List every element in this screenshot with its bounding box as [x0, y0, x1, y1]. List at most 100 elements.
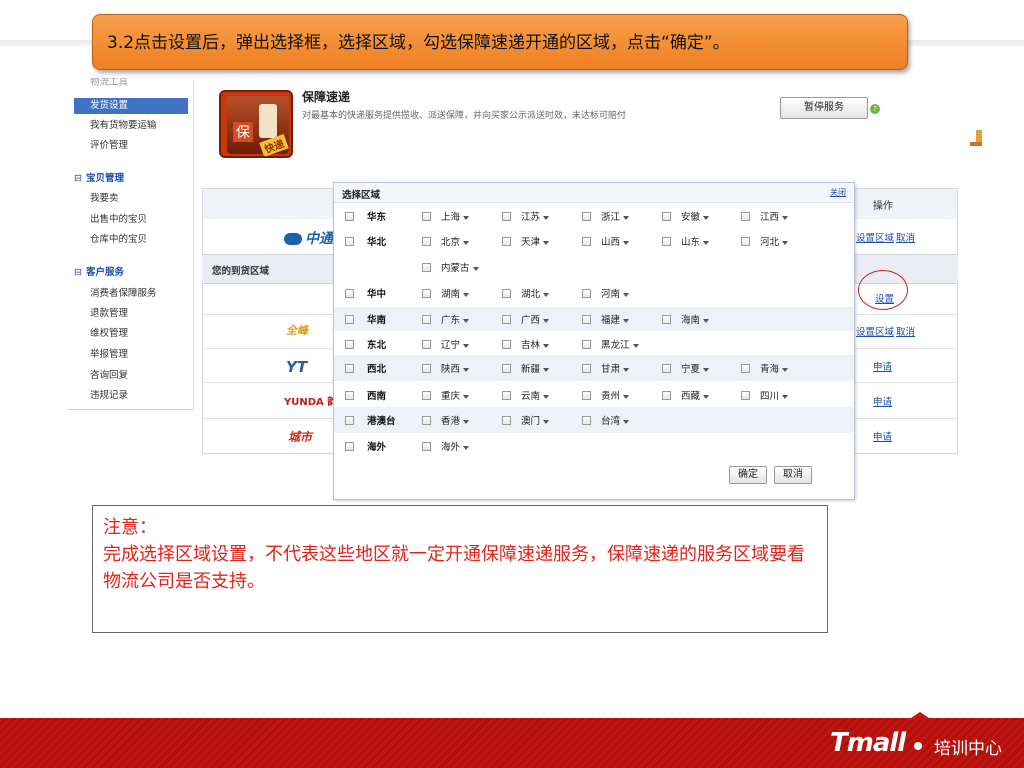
province-label[interactable]: 内蒙古 [441, 260, 479, 274]
province-label[interactable]: 重庆 [441, 388, 470, 402]
province-checkbox[interactable] [422, 416, 431, 425]
province-checkbox[interactable] [582, 364, 591, 373]
province-label[interactable]: 西藏 [681, 388, 710, 402]
province-checkbox[interactable] [662, 237, 671, 246]
province-label[interactable]: 安徽 [681, 209, 710, 223]
province-label[interactable]: 江苏 [521, 209, 550, 223]
province-checkbox[interactable] [422, 391, 431, 400]
cancel-link[interactable]: 取消 [896, 230, 915, 244]
region-checkbox-huabei[interactable] [345, 237, 354, 246]
region-checkbox-gangaotai[interactable] [345, 416, 354, 425]
province-checkbox[interactable] [422, 212, 431, 221]
province-checkbox[interactable] [582, 315, 591, 324]
province-checkbox[interactable] [582, 340, 591, 349]
menu-item-violations[interactable]: 违规记录 [74, 388, 188, 404]
province-checkbox[interactable] [502, 315, 511, 324]
region-checkbox-xinan[interactable] [345, 391, 354, 400]
province-checkbox[interactable] [582, 391, 591, 400]
confirm-button[interactable]: 确定 [729, 466, 767, 484]
province-checkbox[interactable] [741, 391, 750, 400]
province-checkbox[interactable] [662, 364, 671, 373]
province-label[interactable]: 江西 [760, 209, 789, 223]
province-label[interactable]: 四川 [760, 388, 789, 402]
province-label[interactable]: 河南 [601, 286, 630, 300]
dialog-close-link[interactable]: 关闭 [830, 187, 846, 198]
province-label[interactable]: 山西 [601, 234, 630, 248]
province-checkbox[interactable] [502, 391, 511, 400]
help-icon[interactable]: ? [870, 104, 880, 114]
province-checkbox[interactable] [741, 364, 750, 373]
province-label[interactable]: 北京 [441, 234, 470, 248]
province-checkbox[interactable] [502, 212, 511, 221]
province-label[interactable]: 湖北 [521, 286, 550, 300]
menu-item-sell[interactable]: 我要卖 [74, 191, 188, 207]
province-label[interactable]: 青海 [760, 361, 789, 375]
province-label[interactable]: 澳门 [521, 413, 550, 427]
province-checkbox[interactable] [582, 289, 591, 298]
menu-item-reports[interactable]: 举报管理 [74, 347, 188, 363]
province-checkbox[interactable] [422, 442, 431, 451]
province-checkbox[interactable] [662, 315, 671, 324]
menu-group-baobei[interactable]: ⊟ 宝贝管理 [74, 170, 124, 184]
province-checkbox[interactable] [422, 289, 431, 298]
province-label[interactable]: 广东 [441, 312, 470, 326]
menu-item-consult-reply[interactable]: 咨询回复 [74, 368, 188, 384]
province-checkbox[interactable] [662, 212, 671, 221]
province-checkbox[interactable] [662, 391, 671, 400]
menu-item-on-sale[interactable]: 出售中的宝贝 [74, 212, 188, 228]
set-region-link[interactable]: 设置区域 [856, 324, 894, 338]
province-checkbox[interactable] [582, 237, 591, 246]
province-label[interactable]: 湖南 [441, 286, 470, 300]
province-label[interactable]: 福建 [601, 312, 630, 326]
province-checkbox[interactable] [741, 212, 750, 221]
province-label[interactable]: 云南 [521, 388, 550, 402]
province-label[interactable]: 新疆 [521, 361, 550, 375]
province-checkbox[interactable] [502, 237, 511, 246]
province-checkbox[interactable] [422, 364, 431, 373]
province-label[interactable]: 台湾 [601, 413, 630, 427]
province-label[interactable]: 海南 [681, 312, 710, 326]
province-checkbox[interactable] [741, 237, 750, 246]
province-label[interactable]: 河北 [760, 234, 789, 248]
menu-item-warehouse[interactable]: 仓库中的宝贝 [74, 232, 188, 248]
menu-item-delivery-settings[interactable]: 发货设置 [74, 98, 188, 114]
province-label[interactable]: 山东 [681, 234, 710, 248]
cancel-button[interactable]: 取消 [774, 466, 812, 484]
province-label[interactable]: 贵州 [601, 388, 630, 402]
apply-link[interactable]: 申请 [873, 359, 892, 373]
region-checkbox-xibei[interactable] [345, 364, 354, 373]
province-label[interactable]: 辽宁 [441, 337, 470, 351]
province-label[interactable]: 香港 [441, 413, 470, 427]
menu-item-rights[interactable]: 维权管理 [74, 326, 188, 342]
province-label[interactable]: 天津 [521, 234, 550, 248]
menu-item-refunds[interactable]: 退款管理 [74, 306, 188, 322]
province-label[interactable]: 黑龙江 [601, 337, 639, 351]
province-label[interactable]: 甘肃 [601, 361, 630, 375]
region-checkbox-huanan[interactable] [345, 315, 354, 324]
province-checkbox[interactable] [422, 315, 431, 324]
province-label[interactable]: 吉林 [521, 337, 550, 351]
province-checkbox[interactable] [502, 289, 511, 298]
province-label[interactable]: 广西 [521, 312, 550, 326]
apply-link[interactable]: 申请 [873, 429, 892, 443]
region-checkbox-dongbei[interactable] [345, 340, 354, 349]
region-checkbox-huazhong[interactable] [345, 289, 354, 298]
menu-item-logistics-tools[interactable]: 物流工具 [74, 78, 188, 88]
menu-item-goods-transport[interactable]: 我有货物要运输 [74, 118, 188, 134]
province-checkbox[interactable] [422, 237, 431, 246]
province-checkbox[interactable] [502, 364, 511, 373]
province-checkbox[interactable] [422, 340, 431, 349]
pause-service-button[interactable]: 暂停服务 [780, 97, 868, 119]
cancel-link[interactable]: 取消 [896, 324, 915, 338]
apply-link[interactable]: 申请 [873, 394, 892, 408]
menu-item-consumer-protection[interactable]: 消费者保障服务 [74, 286, 188, 302]
menu-group-kehu[interactable]: ⊟ 客户服务 [74, 264, 124, 278]
province-label[interactable]: 陕西 [441, 361, 470, 375]
set-region-link[interactable]: 设置区域 [856, 230, 894, 244]
province-checkbox[interactable] [582, 416, 591, 425]
province-checkbox[interactable] [502, 416, 511, 425]
province-checkbox[interactable] [502, 340, 511, 349]
province-checkbox[interactable] [422, 263, 431, 272]
province-label[interactable]: 宁夏 [681, 361, 710, 375]
region-checkbox-huadong[interactable] [345, 212, 354, 221]
